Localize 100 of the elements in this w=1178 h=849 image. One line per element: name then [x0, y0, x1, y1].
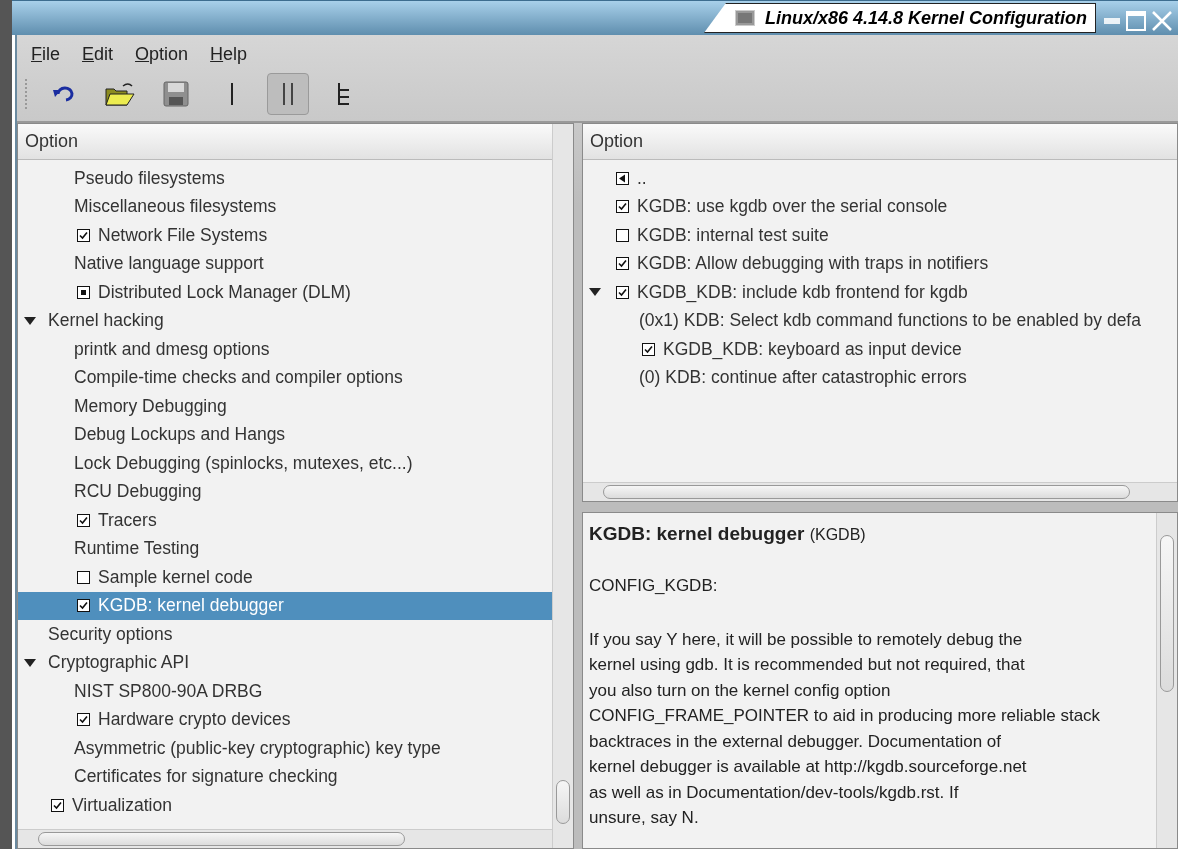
option-label: (0x1) KDB: Select kdb command functions to be enabled by defa	[639, 310, 1141, 332]
tree-row[interactable]: Native language support	[18, 249, 552, 278]
option-label: KGDB_KDB: keyboard as input device	[663, 338, 962, 360]
close-icon[interactable]	[1152, 11, 1172, 31]
tree-row[interactable]: Sample kernel code	[18, 563, 552, 592]
tree-row[interactable]: Hardware crypto devices	[18, 705, 552, 734]
option-label: Tracers	[98, 509, 157, 531]
column-header: Option	[18, 124, 552, 160]
checkbox[interactable]	[51, 798, 64, 812]
option-label: Memory Debugging	[74, 395, 227, 417]
collapse-arrow-icon[interactable]	[24, 658, 36, 667]
tree-row[interactable]: (0x1) KDB: Select kdb command functions to be enabled by defa	[583, 306, 1177, 335]
split-view-icon	[281, 83, 295, 105]
tree-row[interactable]: Certificates for signature checking	[18, 762, 552, 791]
tree-row[interactable]: Security options	[18, 620, 552, 649]
checkbox[interactable]	[77, 513, 90, 527]
config-symbol: CONFIG_KGDB:	[589, 575, 719, 597]
tree-row[interactable]: Asymmetric (public-key cryptographic) key type	[18, 734, 552, 763]
tree-row[interactable]: KGDB: use kgdb over the serial console	[583, 192, 1177, 221]
window-icon	[734, 10, 755, 26]
option-label: KGDB: Allow debugging with traps in notifiers	[637, 253, 989, 275]
tree-row[interactable]: Kernel hacking	[18, 306, 552, 335]
tree-row[interactable]: printk and dmesg options	[18, 335, 552, 364]
option-label: Security options	[48, 623, 173, 645]
horizontal-scrollbar[interactable]	[18, 829, 552, 848]
tree-row[interactable]: KGDB_KDB: keyboard as input device	[583, 335, 1177, 364]
checkbox[interactable]	[642, 342, 655, 356]
option-label: KGDB_KDB: include kdb frontend for kgdb	[637, 281, 968, 303]
tree-row[interactable]: NIST SP800-90A DRBG	[18, 677, 552, 706]
option-label: (0) KDB: continue after catastrophic errors	[639, 367, 967, 389]
tree-row[interactable]: Network File Systems	[18, 221, 552, 250]
option-label: Sample kernel code	[98, 566, 253, 588]
checkbox[interactable]	[77, 713, 90, 727]
folder-icon	[105, 81, 135, 107]
menu-item[interactable]: Edit	[82, 44, 114, 65]
submenu-icon	[77, 285, 90, 299]
tree-row[interactable]: Memory Debugging	[18, 392, 552, 421]
option-label: Certificates for signature checking	[74, 766, 338, 788]
option-label: Lock Debugging (spinlocks, mutexes, etc...)	[74, 452, 413, 474]
option-label: Runtime Testing	[74, 538, 200, 560]
column-header: Option	[583, 124, 1177, 160]
option-label: KGDB: kernel debugger	[98, 595, 284, 617]
tree-row[interactable]: KGDB: Allow debugging with traps in notifiers	[583, 249, 1177, 278]
checkbox[interactable]	[616, 228, 629, 242]
checkbox[interactable]	[77, 228, 90, 242]
menu-item[interactable]: Help	[210, 44, 248, 65]
tree-row[interactable]: KGDB: kernel debugger	[18, 591, 552, 620]
option-label: Virtualization	[72, 794, 172, 816]
option-label: Miscellaneous filesystems	[74, 196, 277, 218]
option-label: Compile-time checks and compiler options	[74, 367, 403, 389]
tree-view-icon	[338, 83, 350, 105]
option-label: RCU Debugging	[74, 481, 202, 503]
option-label: Asymmetric (public-key cryptographic) key type	[74, 737, 441, 759]
checkbox[interactable]	[616, 285, 629, 299]
checkbox[interactable]	[616, 200, 629, 214]
option-label: Cryptographic API	[48, 652, 190, 674]
view-button[interactable]	[267, 73, 309, 115]
tree-row[interactable]: (0) KDB: continue after catastrophic errors	[583, 363, 1177, 392]
option-label: Distributed Lock Manager (DLM)	[98, 281, 351, 303]
tree-row[interactable]: Compile-time checks and compiler options	[18, 363, 552, 392]
tree-row[interactable]: Distributed Lock Manager (DLM)	[18, 278, 552, 307]
horizontal-scrollbar[interactable]	[583, 482, 1177, 501]
help-title: KGDB: kernel debugger (KGDB)	[589, 523, 867, 545]
option-label: Kernel hacking	[48, 310, 164, 332]
tree-row[interactable]: Pseudo filesystems	[18, 164, 552, 193]
menu-item[interactable]: File	[31, 44, 60, 65]
menu-item[interactable]: Option	[135, 44, 189, 65]
option-label: printk and dmesg options	[74, 338, 270, 360]
tree-row[interactable]: RCU Debugging	[18, 477, 552, 506]
help-text: If you say Y here, it will be possible to remotely debug the kernel using gdb. It is recommended but not required, that you also turn on the kernel config option CONFIG_FRAME_POINTER to aid in producing more reliable stack backtraces in the external debugger. Documentation of kernel debugger is available at http://kgdb.sourceforge.net as well as in Documentation/dev-tools/kgdb.rst. If unsure, say N.	[589, 628, 1102, 829]
tree-row[interactable]: Lock Debugging (spinlocks, mutexes, etc...)	[18, 449, 552, 478]
option-label: NIST SP800-90A DRBG	[74, 680, 263, 702]
tree-row[interactable]: Debug Lockups and Hangs	[18, 420, 552, 449]
option-label: Debug Lockups and Hangs	[74, 424, 286, 446]
tree-row[interactable]: Cryptographic API	[18, 648, 552, 677]
tree-row[interactable]: KGDB_KDB: include kdb frontend for kgdb	[583, 278, 1177, 307]
tree-row[interactable]: KGDB: internal test suite	[583, 221, 1177, 250]
option-label: Hardware crypto devices	[98, 709, 291, 731]
tree-row[interactable]: ..	[583, 164, 1177, 193]
vertical-scrollbar[interactable]	[552, 124, 573, 848]
option-label: KGDB: use kgdb over the serial console	[637, 196, 948, 218]
option-label: KGDB: internal test suite	[637, 224, 829, 246]
option-label: Network File Systems	[98, 224, 268, 246]
tree-row[interactable]: Miscellaneous filesystems	[18, 192, 552, 221]
tree-row[interactable]: Tracers	[18, 506, 552, 535]
collapse-arrow-icon[interactable]	[589, 288, 601, 297]
checkbox[interactable]	[77, 599, 90, 613]
window-title: Linux/x86 4.14.8 Kernel Configuration	[764, 7, 1087, 29]
collapse-arrow-icon[interactable]	[24, 316, 36, 325]
checkbox[interactable]	[616, 257, 629, 271]
tree-row[interactable]: Virtualization	[18, 791, 552, 820]
tree-row[interactable]: Runtime Testing	[18, 534, 552, 563]
option-label: Native language support	[74, 253, 264, 275]
option-label: Pseudo filesystems	[74, 167, 225, 189]
single-view-icon	[230, 83, 234, 105]
checkbox[interactable]	[77, 570, 90, 584]
option-label: ..	[637, 167, 647, 189]
back-icon[interactable]	[616, 171, 629, 185]
maximize-icon[interactable]	[1126, 11, 1146, 31]
vertical-scrollbar[interactable]	[1156, 513, 1177, 848]
